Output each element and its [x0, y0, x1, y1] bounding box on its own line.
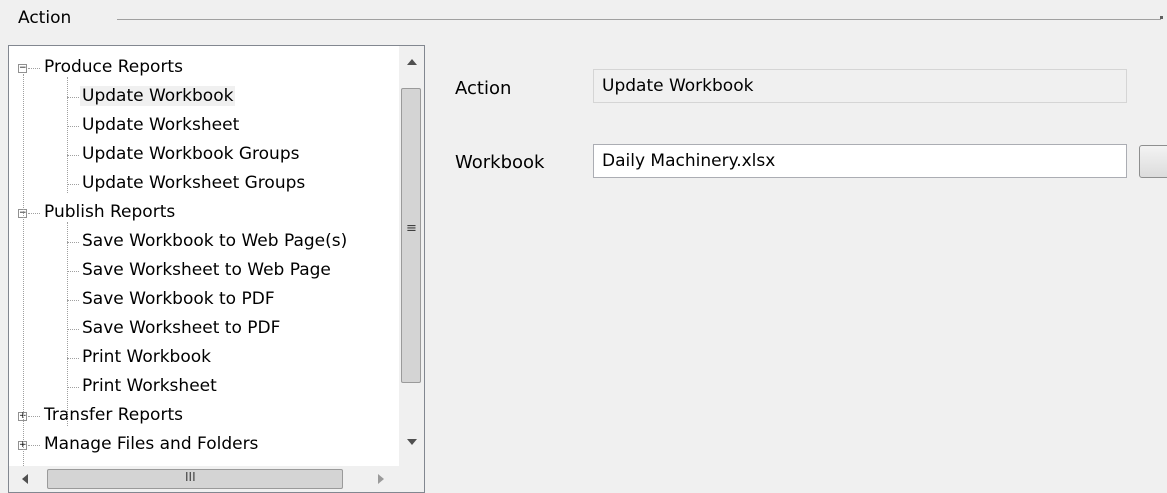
tree-connector — [67, 184, 79, 185]
tree-connector — [23, 74, 24, 466]
tree-connector — [67, 329, 79, 330]
horizontal-scrollbar[interactable]: III — [9, 466, 399, 492]
scroll-left-arrow-icon[interactable] — [22, 474, 28, 484]
tree-node-label: Update Worksheet — [82, 115, 240, 135]
workbook-label: Workbook — [455, 152, 545, 173]
tree-connector — [67, 271, 79, 272]
tree-group-node[interactable]: Produce Reports — [42, 53, 185, 82]
action-tree[interactable]: − Produce Reports Update Workbook Update Wo… — [8, 45, 425, 493]
tree-item-node[interactable]: Save Workbook to PDF — [80, 285, 277, 314]
tree-connector — [67, 77, 68, 193]
tree-node-label: Manage Files and Folders — [44, 434, 259, 454]
tree-connector — [67, 155, 79, 156]
tree-connector — [67, 242, 79, 243]
tree-connector — [67, 387, 79, 388]
group-divider — [117, 19, 1161, 20]
tree-node-label: Print Workbook — [82, 347, 211, 367]
tree-node-label: Save Worksheet to Web Page — [82, 260, 331, 280]
tree-connector — [67, 300, 79, 301]
workbook-field[interactable]: Daily Machinery.xlsx — [593, 144, 1127, 178]
tree-node-label: Save Workbook to Web Page(s) — [82, 231, 348, 251]
tree-connector — [28, 445, 40, 446]
action-field: Update Workbook — [593, 69, 1127, 103]
tree-item-node[interactable]: Print Worksheet — [80, 372, 219, 401]
tree-group-node[interactable]: Transfer Reports — [42, 401, 185, 430]
tree-node-label: Print Worksheet — [82, 376, 217, 396]
tree-item-node[interactable]: Print Workbook — [80, 343, 213, 372]
tree-connector — [28, 68, 40, 69]
tree-node-label: Update Worksheet Groups — [82, 173, 306, 193]
tree-content: − Produce Reports Update Workbook Update Wo… — [9, 46, 399, 466]
scroll-up-arrow-icon[interactable] — [407, 59, 417, 65]
group-title: Action — [18, 8, 72, 28]
tree-group-node[interactable]: Manage Files and Folders — [42, 430, 260, 459]
tree-connector — [67, 97, 79, 98]
tree-connector — [67, 358, 79, 359]
tree-node-label: Publish Reports — [44, 202, 176, 222]
tree-connector — [28, 213, 40, 214]
tree-node-label: Update Workbook — [80, 86, 236, 106]
action-panel: Action − Produce Reports Update Workbook Up… — [0, 0, 1167, 493]
tree-connector — [28, 416, 40, 417]
scroll-down-arrow-icon[interactable] — [407, 439, 417, 445]
scroll-right-arrow-icon[interactable] — [378, 474, 384, 484]
tree-item-node[interactable]: Update Worksheet — [80, 111, 241, 140]
tree-node-label: Save Workbook to PDF — [82, 289, 275, 309]
tree-node-label: Save Worksheet to PDF — [82, 318, 281, 338]
tree-group-node[interactable]: Publish Reports — [42, 198, 177, 227]
tree-connector — [67, 126, 79, 127]
tree-item-node[interactable]: Save Workbook to Web Page(s) — [80, 227, 349, 256]
scroll-grip-icon: III — [185, 470, 196, 484]
tree-item-node[interactable]: Save Worksheet to PDF — [80, 314, 282, 343]
collapse-icon[interactable]: − — [18, 64, 27, 73]
tree-item-node[interactable]: Update Workbook Groups — [80, 140, 301, 169]
tree-connector — [67, 222, 68, 426]
tree-item-node[interactable]: Update Workbook — [80, 82, 236, 111]
scrollbar-corner — [399, 466, 424, 492]
browse-button[interactable] — [1139, 145, 1167, 178]
action-label: Action — [455, 78, 512, 99]
vertical-scrollbar[interactable]: ≡ — [399, 46, 424, 466]
tree-node-label: Produce Reports — [44, 57, 183, 77]
tree-node-label: Transfer Reports — [44, 405, 183, 425]
tree-item-node[interactable]: Save Worksheet to Web Page — [80, 256, 333, 285]
tree-node-label: Update Workbook Groups — [82, 144, 300, 164]
tree-item-node[interactable]: Update Worksheet Groups — [80, 169, 307, 198]
scroll-grip-icon: ≡ — [406, 221, 417, 236]
group-divider-end — [1160, 16, 1163, 19]
